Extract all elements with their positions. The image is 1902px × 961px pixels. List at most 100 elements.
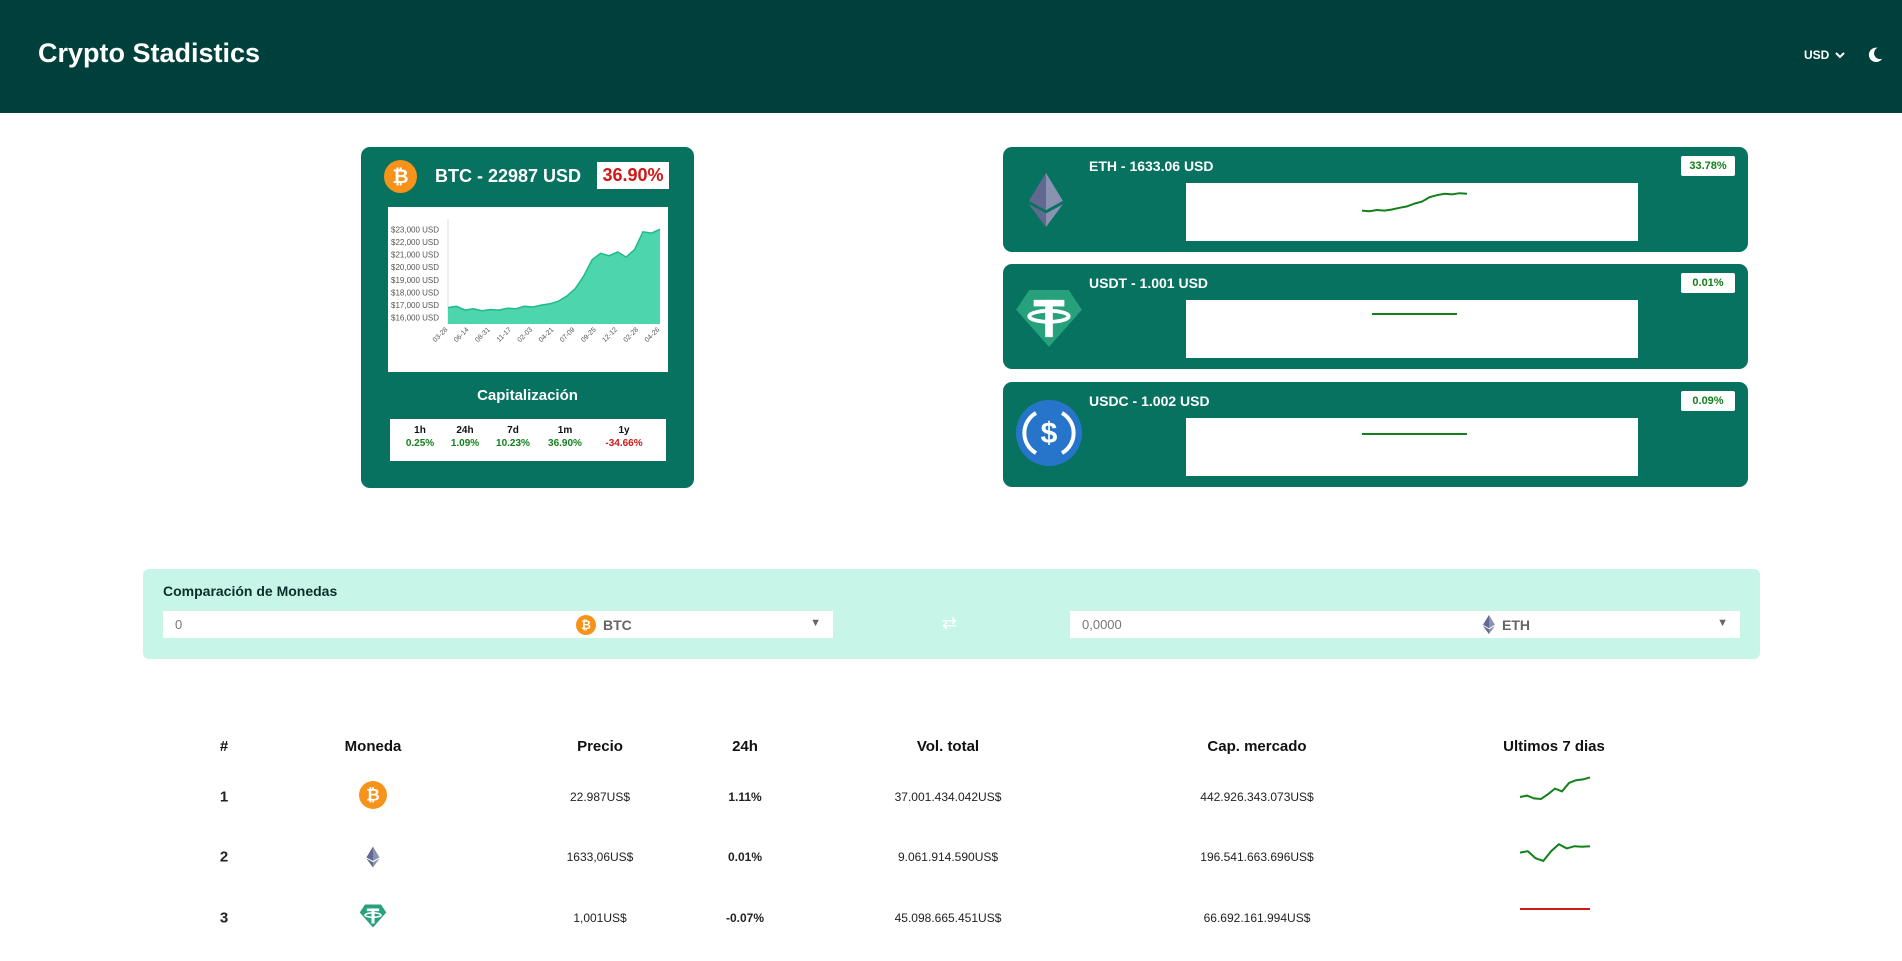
dropdown-arrow-icon: ▼	[810, 617, 821, 629]
swap-icon[interactable]: ⇄	[942, 613, 957, 634]
x-tick-label: 02-28	[623, 326, 641, 344]
row-price: 1633,06US$	[566, 850, 634, 864]
col-header-rank: #	[219, 738, 229, 755]
ethereum-icon	[1483, 615, 1495, 634]
row-sparkline	[1519, 842, 1591, 863]
y-tick-label: $22,000 USD	[391, 238, 439, 247]
coin-change-badge: 0.01%	[1681, 273, 1735, 293]
x-tick-label: 02-03	[517, 326, 535, 344]
y-tick-label: $16,000 USD	[391, 314, 439, 323]
ethereum-icon	[1029, 173, 1063, 227]
amount-input-right[interactable]: 0,0000	[1082, 611, 1122, 638]
change-24h: 24h 1.09%	[440, 425, 490, 449]
x-tick-label: 04-21	[538, 326, 556, 344]
row-change: 1.11%	[728, 790, 762, 804]
top-header: Crypto Stadistics USD	[0, 0, 1902, 113]
tether-icon	[1016, 290, 1082, 347]
row-volume: 37.001.434.042US$	[894, 790, 1002, 804]
row-rank: 2	[219, 848, 229, 866]
row-sparkline	[1519, 776, 1591, 801]
moon-icon[interactable]	[1866, 46, 1884, 64]
dropdown-arrow-icon: ▼	[1717, 617, 1728, 629]
featured-change-badge: 36.90%	[597, 162, 669, 189]
coin-select-left[interactable]: BTC ▼	[576, 611, 833, 638]
change-1m: 1m 36.90%	[540, 425, 590, 449]
row-price: 1,001US$	[573, 911, 627, 925]
sparkline-line	[1519, 842, 1591, 863]
x-tick-label: 07-09	[559, 326, 577, 344]
coin-sparkline	[1186, 300, 1638, 358]
change-label: 1y	[618, 425, 630, 436]
sparkline-line	[1519, 776, 1591, 801]
change-value: 0.25%	[405, 438, 435, 449]
y-tick-label: $18,000 USD	[391, 288, 439, 297]
change-1y: 1y -34.66%	[599, 425, 649, 449]
compare-right-field: 0,0000 ETH ▼	[1070, 611, 1740, 638]
bitcoin-icon	[576, 615, 596, 635]
row-cap: 66.692.161.994US$	[1203, 911, 1311, 925]
change-value: -34.66%	[605, 438, 643, 449]
currency-select[interactable]: USD	[1804, 48, 1846, 62]
coin-sparkline	[1186, 183, 1638, 241]
ethereum-icon	[367, 847, 380, 868]
compare-panel: Comparación de Monedas 0 BTC ▼ ⇄ 0,0000 …	[143, 569, 1760, 659]
featured-coin-card[interactable]: BTC - 22987 USD 36.90% $16,000 USD $17,00…	[361, 147, 694, 488]
col-header-7d: Ultimos 7 dias	[1503, 738, 1605, 755]
col-header-24h[interactable]: 24h	[732, 738, 758, 755]
coin-card-eth[interactable]: ETH - 1633.06 USD 33.78%	[1003, 147, 1748, 252]
change-label: 7d	[507, 425, 519, 436]
change-value: 36.90%	[548, 438, 582, 449]
currency-value: USD	[1804, 48, 1830, 62]
app-title: Crypto Stadistics	[38, 38, 261, 68]
change-value: 1.09%	[450, 438, 480, 449]
row-price: 22.987US$	[569, 790, 631, 804]
x-tick-label: 09-25	[580, 326, 598, 344]
tether-icon	[360, 905, 387, 928]
coin-select-value: BTC	[603, 616, 632, 633]
x-tick-label: 12-12	[601, 326, 619, 344]
amount-input-left[interactable]: 0	[175, 611, 182, 638]
x-tick-label: 08-31	[474, 326, 492, 344]
chevron-down-icon	[1835, 51, 1846, 58]
coin-title: USDC - 1.002 USD	[1089, 393, 1210, 409]
coin-sparkline	[1186, 418, 1638, 476]
change-1h: 1h 0.25%	[395, 425, 445, 449]
row-cap: 442.926.343.073US$	[1200, 790, 1314, 804]
row-change: -0.07%	[725, 911, 765, 925]
change-label: 1h	[414, 425, 426, 436]
coin-change-badge: 0.09%	[1681, 391, 1735, 411]
y-tick-label: $21,000 USD	[391, 251, 439, 260]
cap-label: Capitalización	[477, 387, 578, 404]
featured-title: BTC - 22987 USD	[435, 166, 582, 186]
row-rank: 3	[219, 909, 229, 927]
row-volume: 9.061.914.590US$	[897, 850, 999, 864]
row-rank: 1	[219, 788, 229, 806]
row-volume: 45.098.665.451US$	[894, 911, 1002, 925]
sparkline-line	[1361, 192, 1468, 213]
coin-card-usdt[interactable]: USDT - 1.001 USD 0.01%	[1003, 264, 1748, 369]
change-7d: 7d 10.23%	[488, 425, 538, 449]
col-header-coin[interactable]: Moneda	[345, 738, 402, 755]
coin-select-right[interactable]: ETH ▼	[1483, 611, 1740, 638]
row-cap: 196.541.663.696US$	[1200, 850, 1314, 864]
y-tick-label: $17,000 USD	[391, 301, 439, 310]
price-chart-svg: $16,000 USD $17,000 USD $18,000 USD $19,000…	[391, 219, 662, 344]
col-header-volume[interactable]: Vol. total	[917, 738, 979, 755]
x-tick-label: 04-26	[644, 326, 662, 344]
price-chart: $16,000 USD $17,000 USD $18,000 USD $19,000…	[388, 207, 668, 372]
compare-title: Comparación de Monedas	[163, 583, 338, 599]
col-header-price[interactable]: Precio	[577, 738, 623, 755]
coin-card-usdc[interactable]: USDC - 1.002 USD 0.09%	[1003, 382, 1748, 487]
coin-change-badge: 33.78%	[1681, 156, 1735, 176]
change-label: 24h	[456, 425, 474, 436]
coin-select-value: ETH	[1502, 616, 1530, 633]
col-header-cap[interactable]: Cap. mercado	[1207, 738, 1306, 755]
coin-title: USDT - 1.001 USD	[1089, 275, 1209, 291]
row-sparkline	[1520, 908, 1590, 910]
x-tick-label: 03-28	[432, 326, 450, 344]
usdc-icon	[1016, 400, 1082, 466]
y-tick-label: $20,000 USD	[391, 263, 439, 272]
x-tick-label: 11-17	[496, 326, 513, 343]
bitcoin-icon	[384, 160, 417, 193]
coin-title: ETH - 1633.06 USD	[1089, 158, 1214, 174]
